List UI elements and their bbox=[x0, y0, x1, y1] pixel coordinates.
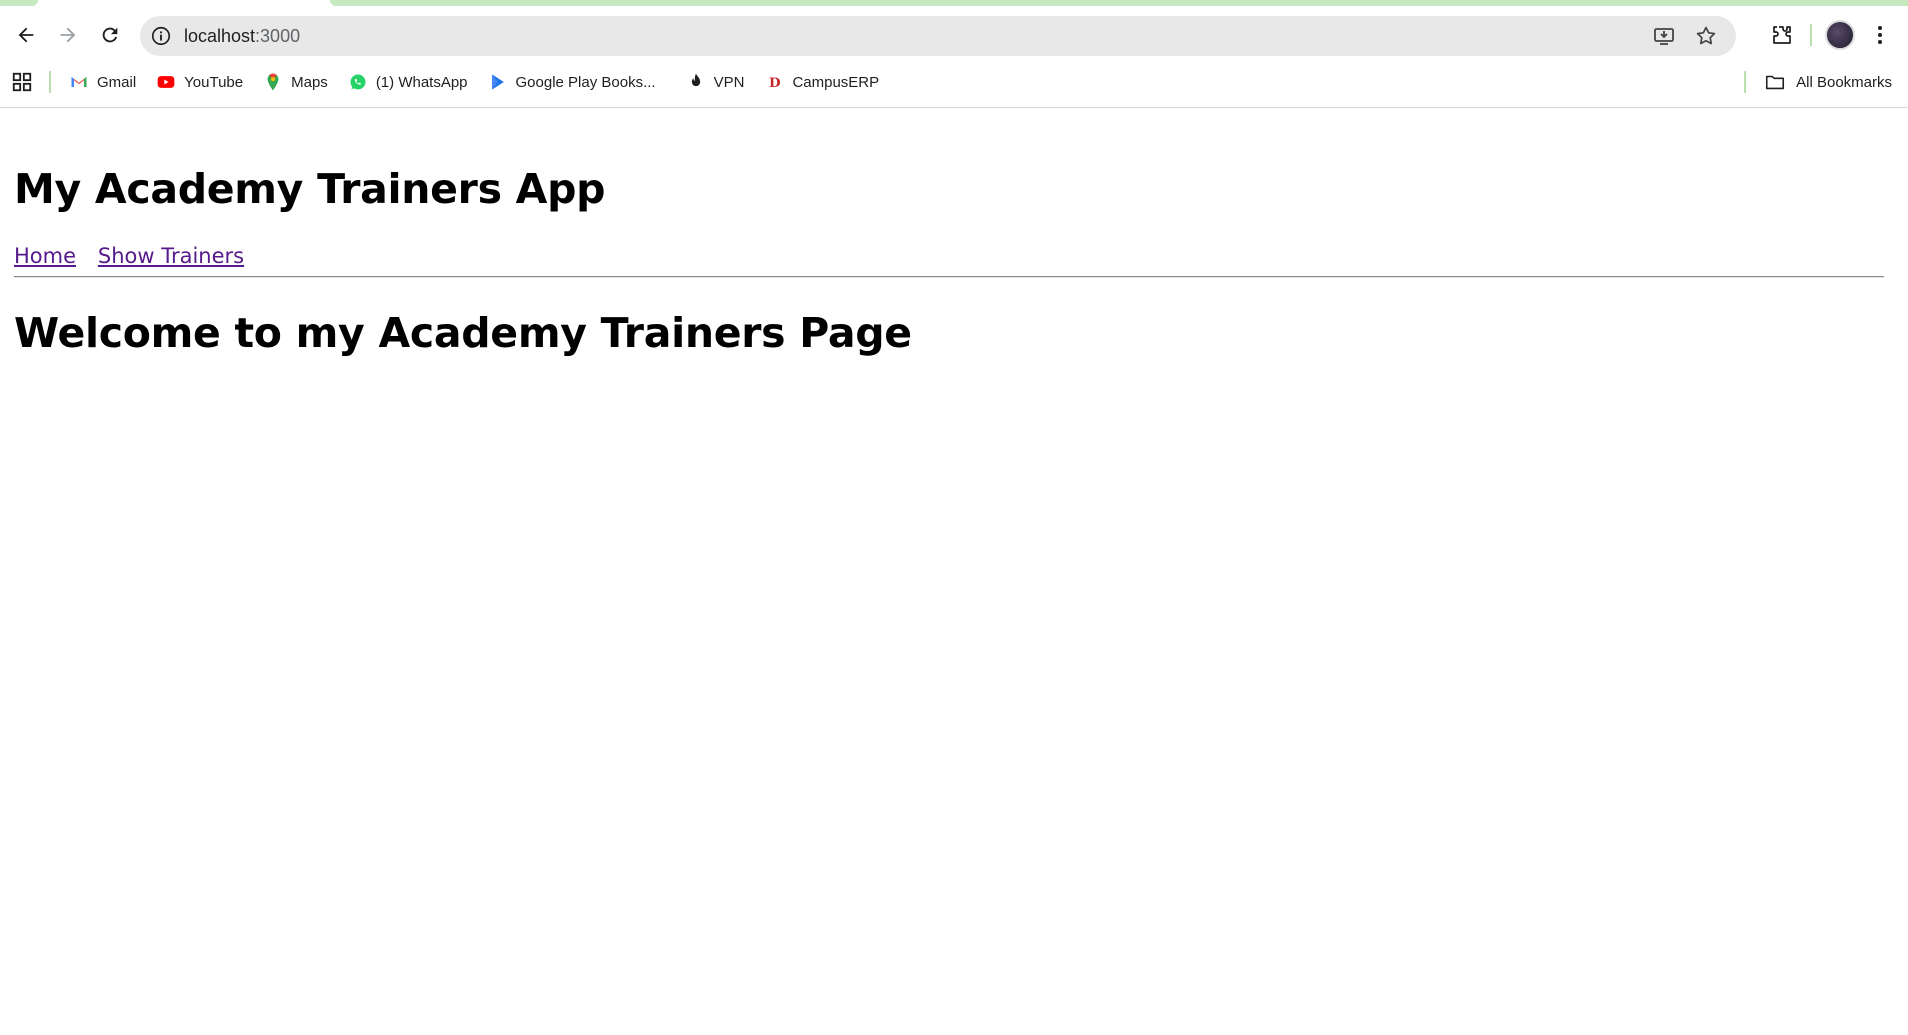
bookmark-vpn[interactable]: VPN bbox=[686, 72, 745, 92]
install-app-icon[interactable] bbox=[1652, 24, 1676, 48]
all-bookmarks-button[interactable]: All Bookmarks bbox=[1744, 68, 1892, 96]
forward-button[interactable] bbox=[48, 15, 88, 55]
extensions-button[interactable] bbox=[1762, 15, 1802, 55]
address-bar-actions bbox=[1652, 16, 1718, 56]
whatsapp-icon bbox=[348, 72, 368, 92]
address-bar[interactable]: localhost:3000 bbox=[140, 16, 1736, 56]
tab-strip-accent bbox=[330, 0, 1908, 6]
bookmark-google-play-books[interactable]: Google Play Books... bbox=[488, 72, 656, 92]
bookmark-maps[interactable]: Maps bbox=[263, 72, 328, 92]
page-content: My Academy Trainers App Home Show Traine… bbox=[0, 108, 1908, 1035]
play-books-icon bbox=[488, 72, 508, 92]
puzzle-piece-icon bbox=[1773, 26, 1791, 44]
folder-icon bbox=[1766, 75, 1785, 90]
svg-text:D: D bbox=[769, 75, 781, 91]
browser-chrome: localhost:3000 Gmail YouTube Maps (1) Wh… bbox=[0, 0, 1908, 108]
vpn-icon bbox=[686, 72, 706, 92]
bookmark-label: Maps bbox=[291, 73, 328, 91]
bookmarks-separator bbox=[49, 71, 51, 93]
toolbar-separator bbox=[1810, 24, 1812, 46]
bookmark-star-icon[interactable] bbox=[1694, 24, 1718, 48]
youtube-icon bbox=[156, 72, 176, 92]
apps-grid-icon[interactable] bbox=[11, 71, 33, 93]
app-title: My Academy Trainers App bbox=[14, 165, 606, 213]
tab-strip-accent bbox=[0, 0, 38, 6]
profile-button[interactable] bbox=[1820, 15, 1860, 55]
avatar bbox=[1825, 20, 1855, 50]
back-arrow-icon bbox=[18, 27, 34, 43]
show-trainers-link[interactable]: Show Trainers bbox=[98, 244, 244, 268]
main-nav: Home Show Trainers bbox=[14, 244, 260, 269]
bookmark-gmail[interactable]: Gmail bbox=[69, 72, 136, 92]
bookmarks-separator bbox=[1744, 71, 1747, 93]
url-text: localhost:3000 bbox=[184, 26, 300, 47]
toolbar-right bbox=[1762, 12, 1908, 58]
browser-toolbar: localhost:3000 bbox=[0, 12, 1908, 58]
reload-button[interactable] bbox=[90, 15, 130, 55]
bookmark-whatsapp[interactable]: (1) WhatsApp bbox=[348, 72, 468, 92]
bookmark-label: (1) WhatsApp bbox=[375, 73, 468, 91]
all-bookmarks-label: All Bookmarks bbox=[1796, 73, 1892, 91]
bookmark-label: Google Play Books... bbox=[515, 73, 656, 91]
url-port: :3000 bbox=[255, 25, 301, 46]
bookmark-campuserp[interactable]: D CampusERP bbox=[764, 72, 879, 92]
gmail-icon bbox=[69, 72, 89, 92]
campuserp-icon: D bbox=[764, 72, 784, 92]
maps-icon bbox=[263, 72, 283, 92]
bookmark-label: YouTube bbox=[184, 73, 244, 91]
menu-button[interactable] bbox=[1860, 15, 1900, 55]
bookmark-label: CampusERP bbox=[792, 73, 880, 91]
bookmarks-bar: Gmail YouTube Maps (1) WhatsApp Google P… bbox=[0, 68, 1908, 96]
back-button[interactable] bbox=[6, 15, 46, 55]
bookmark-label: Gmail bbox=[97, 73, 137, 91]
site-info-icon[interactable] bbox=[150, 25, 172, 47]
forward-arrow-icon bbox=[60, 27, 76, 43]
welcome-heading: Welcome to my Academy Trainers Page bbox=[14, 309, 912, 357]
reload-icon bbox=[102, 27, 118, 43]
url-host: localhost bbox=[184, 25, 256, 46]
bookmark-label: VPN bbox=[713, 73, 745, 91]
home-link[interactable]: Home bbox=[14, 244, 76, 268]
bookmark-youtube[interactable]: YouTube bbox=[156, 72, 243, 92]
divider bbox=[14, 276, 1884, 278]
more-vert-icon bbox=[1878, 26, 1882, 44]
